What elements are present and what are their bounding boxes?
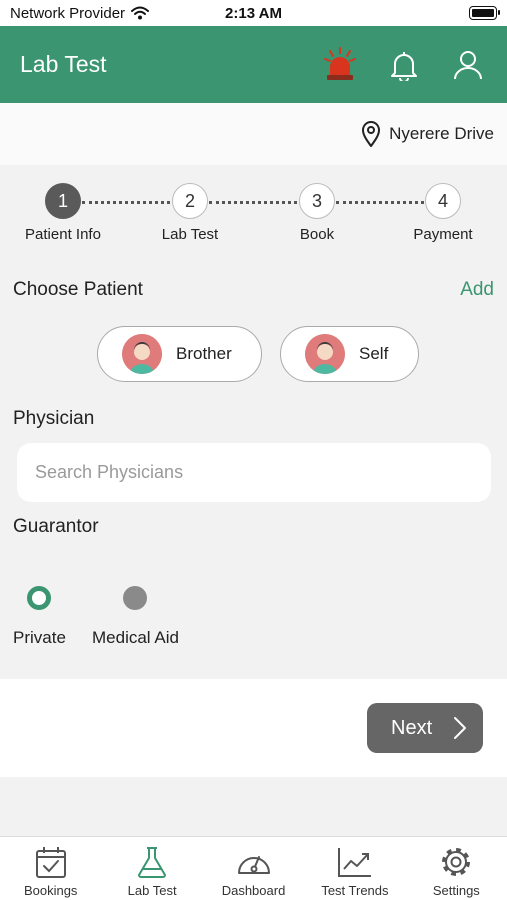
search-physicians-input[interactable] — [17, 443, 491, 502]
wifi-icon — [131, 6, 150, 20]
location-name: Nyerere Drive — [389, 124, 494, 143]
radio-unselected-icon — [123, 586, 148, 610]
page-title: Lab Test — [20, 51, 107, 77]
progress-stepper: 1 Patient Info 2 Lab Test 3 Book 4 Payme… — [0, 183, 507, 253]
tab-lab-test[interactable]: Lab Test — [101, 837, 202, 900]
tab-dashboard[interactable]: Dashboard — [203, 837, 304, 900]
patient-chip-brother[interactable]: Brother — [97, 326, 262, 382]
chevron-right-icon — [454, 717, 466, 739]
tab-label: Bookings — [23, 883, 78, 898]
gear-icon — [442, 848, 471, 876]
bottom-tab-bar: Bookings Lab Test Dashboard Test Trends … — [0, 836, 507, 900]
tab-label: Lab Test — [127, 883, 177, 898]
flask-icon — [138, 847, 167, 878]
status-left: Network Provider — [10, 4, 150, 22]
next-button-label: Next — [391, 716, 433, 739]
tab-test-trends[interactable]: Test Trends — [304, 837, 405, 900]
tab-settings[interactable]: Settings — [406, 837, 507, 900]
notifications-button[interactable] — [385, 46, 423, 84]
location-pin-icon — [362, 121, 381, 147]
location-bar[interactable]: Nyerere Drive — [0, 103, 507, 165]
step-label: Lab Test — [161, 226, 219, 243]
radio-label: Private — [13, 628, 66, 647]
step-payment[interactable]: 4 Payment — [393, 183, 493, 243]
tab-label: Test Trends — [321, 883, 389, 898]
footer-action-area: Next — [0, 679, 507, 777]
patient-chip-self[interactable]: Self — [280, 326, 419, 382]
status-bar: Network Provider 2:13 AM — [0, 0, 507, 26]
carrier-name: Network Provider — [10, 4, 126, 22]
profile-button[interactable] — [449, 46, 487, 84]
guarantor-heading: Guarantor — [13, 516, 99, 537]
bell-icon — [391, 51, 417, 81]
person-avatar-icon — [122, 334, 162, 374]
add-patient-button[interactable]: Add — [460, 279, 494, 301]
tab-bookings[interactable]: Bookings — [0, 837, 101, 900]
user-icon — [454, 50, 482, 79]
tab-label: Dashboard — [221, 883, 286, 898]
gauge-icon — [237, 856, 270, 874]
step-book[interactable]: 3 Book — [267, 183, 367, 243]
header-actions — [321, 46, 487, 84]
person-avatar-icon — [305, 334, 345, 374]
patient-name: Brother — [176, 344, 232, 363]
siren-icon — [324, 46, 356, 80]
avatar — [305, 334, 345, 374]
step-lab-test[interactable]: 2 Lab Test — [140, 183, 240, 243]
step-number: 4 — [425, 183, 461, 219]
physician-heading: Physician — [13, 408, 95, 429]
guarantor-option-medical-aid[interactable]: Medical Aid — [92, 586, 179, 648]
step-number: 1 — [45, 183, 81, 219]
calendar-check-icon — [35, 847, 66, 878]
radio-label: Medical Aid — [92, 628, 179, 647]
app-header: Lab Test — [0, 26, 507, 103]
battery-icon — [469, 6, 500, 20]
step-label: Payment — [413, 226, 473, 243]
tab-label: Settings — [432, 883, 480, 898]
step-label: Book — [299, 226, 335, 243]
choose-patient-heading: Choose Patient — [13, 279, 143, 300]
step-patient-info[interactable]: 1 Patient Info — [13, 183, 113, 243]
radio-selected-icon — [27, 586, 52, 610]
step-number: 3 — [299, 183, 335, 219]
patient-name: Self — [359, 344, 389, 363]
step-number: 2 — [172, 183, 208, 219]
avatar — [122, 334, 162, 374]
trend-chart-icon — [337, 848, 371, 877]
emergency-alarm-button[interactable] — [321, 46, 359, 84]
step-label: Patient Info — [25, 226, 101, 243]
guarantor-option-private[interactable]: Private — [13, 586, 66, 648]
next-button[interactable]: Next — [367, 703, 483, 753]
